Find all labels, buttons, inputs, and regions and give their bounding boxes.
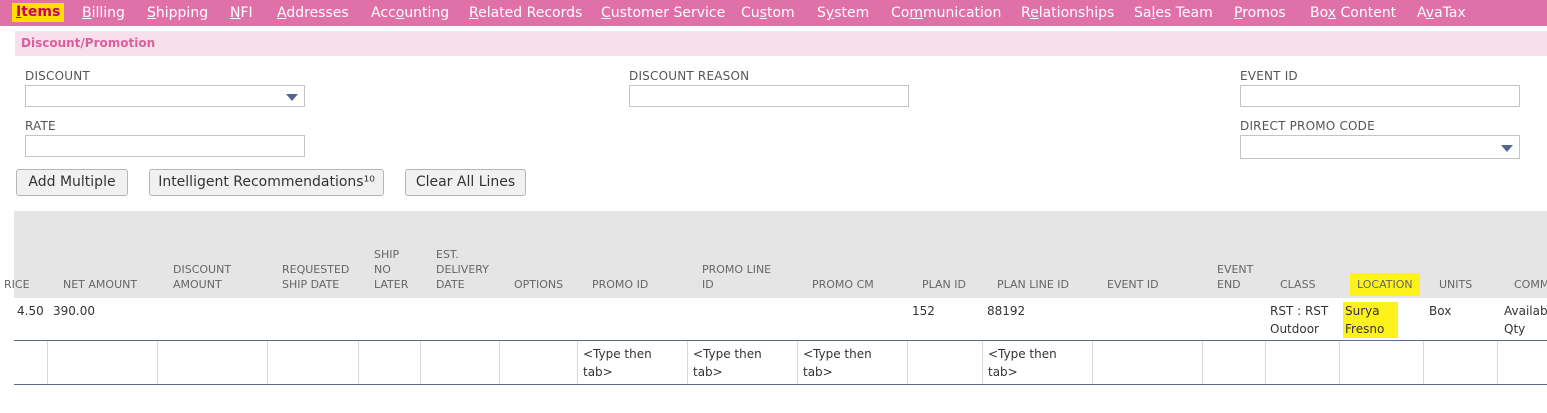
tab-sales-team[interactable]: Sales Team	[1134, 4, 1213, 22]
cell-units: Box	[1429, 304, 1452, 318]
items-table-header: RICE NET AMOUNT DISCOUNT AMOUNT REQUESTE…	[4, 211, 1547, 298]
cell-comm: Availab Qty	[1504, 304, 1547, 336]
tab-box-content[interactable]: Box Content	[1310, 4, 1396, 22]
col-header-event-end[interactable]: EVENT END	[1217, 262, 1253, 292]
col-header-comm[interactable]: COMM	[1514, 277, 1547, 292]
rate-label: RATE	[25, 119, 56, 133]
column-divider	[157, 341, 158, 384]
cell-plan-line-id: 88192	[987, 304, 1026, 318]
column-divider	[1092, 341, 1093, 384]
column-divider	[420, 341, 421, 384]
col-header-promo-id[interactable]: PROMO ID	[592, 277, 648, 292]
tab-accounting[interactable]: Accounting	[371, 4, 449, 22]
discount-select[interactable]	[25, 85, 305, 107]
tab-customer-service[interactable]: Customer Service	[601, 4, 725, 22]
col-header-discount-amount[interactable]: DISCOUNT AMOUNT	[173, 262, 231, 292]
tab-billing[interactable]: Billing	[82, 4, 125, 22]
promo-line-id-input[interactable]: <Type then tab>	[693, 345, 762, 381]
discount-reason-label: DISCOUNT REASON	[629, 69, 750, 83]
discount-label: DISCOUNT	[25, 69, 90, 83]
tab-items[interactable]: Items	[12, 3, 65, 22]
rate-field[interactable]	[25, 135, 305, 157]
cell-net-amount: 390.00	[53, 304, 95, 318]
tab-relationships[interactable]: Relationships	[1021, 4, 1114, 22]
column-divider	[577, 341, 578, 384]
subtab-bar: Items Billing Shipping NFI Addresses Acc…	[0, 0, 1547, 26]
column-divider	[797, 341, 798, 384]
intelligent-recommendations-button[interactable]: Intelligent Recommendations¹⁰	[149, 169, 384, 196]
tab-nfi[interactable]: NFI	[230, 4, 253, 22]
col-header-event-id[interactable]: EVENT ID	[1107, 277, 1159, 292]
chevron-down-icon[interactable]	[1501, 145, 1513, 152]
cell-location: Surya Fresno	[1343, 302, 1399, 338]
col-header-units[interactable]: UNITS	[1439, 277, 1472, 292]
col-header-options[interactable]: OPTIONS	[514, 277, 563, 292]
column-divider	[1265, 341, 1266, 384]
col-header-plan-line-id[interactable]: PLAN LINE ID	[997, 277, 1069, 292]
chevron-down-icon[interactable]	[286, 94, 298, 101]
cell-class: RST : RST Outdoor	[1270, 304, 1329, 336]
column-divider	[1423, 341, 1424, 384]
tab-shipping[interactable]: Shipping	[147, 4, 208, 22]
event-id-field[interactable]	[1240, 85, 1520, 107]
col-header-rice[interactable]: RICE	[4, 277, 30, 292]
column-divider	[499, 341, 500, 384]
promo-id-input[interactable]: <Type then tab>	[583, 345, 652, 381]
tab-custom[interactable]: Custom	[741, 4, 795, 22]
col-header-location[interactable]: LOCATION	[1350, 273, 1420, 296]
direct-promo-code-label: DIRECT PROMO CODE	[1240, 119, 1375, 133]
col-header-net-amount[interactable]: NET AMOUNT	[63, 277, 137, 292]
promo-cm-input[interactable]: <Type then tab>	[803, 345, 872, 381]
tab-addresses[interactable]: Addresses	[277, 4, 349, 22]
cell-rice: 4.50	[17, 304, 44, 318]
discount-promotion-section-header[interactable]: Discount/Promotion	[15, 31, 1547, 56]
column-divider	[907, 341, 908, 384]
tab-promos[interactable]: Promos	[1234, 4, 1286, 22]
col-header-promo-line-id[interactable]: PROMO LINE ID	[702, 262, 771, 292]
column-divider	[687, 341, 688, 384]
add-multiple-button[interactable]: Add Multiple	[16, 169, 128, 196]
tab-system[interactable]: System	[817, 4, 869, 22]
col-header-est-delivery-date[interactable]: EST. DELIVERY DATE	[436, 247, 489, 292]
column-divider	[1497, 341, 1498, 384]
tab-communication[interactable]: Communication	[891, 4, 1001, 22]
column-divider	[267, 341, 268, 384]
column-divider	[1339, 341, 1340, 384]
column-divider	[358, 341, 359, 384]
col-header-class[interactable]: CLASS	[1280, 277, 1316, 292]
column-divider	[1202, 341, 1203, 384]
direct-promo-code-select[interactable]	[1240, 135, 1520, 159]
col-header-requested-ship-date[interactable]: REQUESTED SHIP DATE	[282, 262, 349, 292]
col-header-plan-id[interactable]: PLAN ID	[922, 277, 966, 292]
column-divider	[982, 341, 983, 384]
section-title: Discount/Promotion	[21, 36, 156, 50]
clear-all-lines-button[interactable]: Clear All Lines	[405, 169, 526, 196]
column-divider	[47, 341, 48, 384]
tab-avatax[interactable]: AvaTax	[1417, 4, 1466, 22]
cell-plan-id: 152	[912, 304, 935, 318]
col-header-ship-no-later[interactable]: SHIP NO LATER	[374, 247, 408, 292]
event-id-label: EVENT ID	[1240, 69, 1298, 83]
discount-reason-field[interactable]	[629, 85, 909, 107]
tab-related-records[interactable]: Related Records	[469, 4, 582, 22]
col-header-promo-cm[interactable]: PROMO CM	[812, 277, 874, 292]
edit-line-row[interactable]: <Type then tab> <Type then tab> <Type th…	[14, 340, 1547, 385]
plan-line-id-input[interactable]: <Type then tab>	[988, 345, 1057, 381]
